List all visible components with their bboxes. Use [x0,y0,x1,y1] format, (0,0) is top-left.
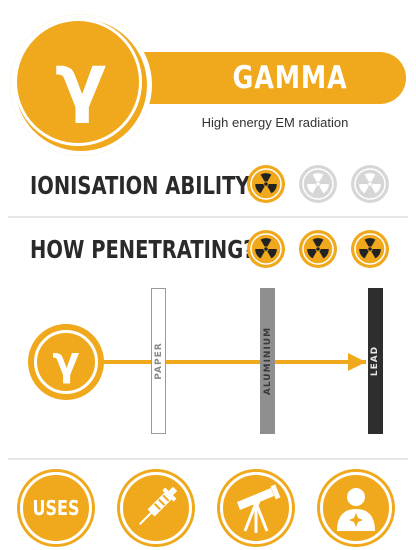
divider [8,458,408,460]
page-subtitle: High energy EM radiation [201,115,349,130]
aluminium-label: ALUMINIUM [263,326,273,396]
divider [8,216,408,218]
paper-label: PAPER [154,342,164,380]
lead-label: LEAD [370,345,380,377]
source-gamma-icon: γ [52,339,80,385]
penetration-active-radiation-icon [350,229,390,269]
penetration-label: HOW PENETRATING? [30,235,255,264]
person-hazard-icon [337,488,375,531]
penetration-diagram: γ PAPER ALUMINIUM LEAD [0,280,416,450]
person-hazard-button[interactable] [320,472,392,544]
penetration-rating [246,229,396,271]
ionisation-rating [246,164,396,206]
penetration-active-radiation-icon [246,229,286,269]
uses-label: USES [32,496,80,520]
medical-syringe-button[interactable] [120,472,192,544]
gamma-ray-line [92,360,366,364]
telescope-icon [237,484,281,533]
ionisation-active-radiation-icon [246,164,286,204]
uses-button[interactable]: USES [20,472,92,544]
ionisation-label: IONISATION ABILITY: [30,171,256,200]
syringe-icon [139,486,178,525]
ionisation-inactive-radiation-icon [298,164,338,204]
page-title: GAMMA [232,60,348,96]
ionisation-inactive-radiation-icon [350,164,390,204]
gamma-symbol-icon: γ [55,36,107,125]
ray-arrowhead-icon [348,353,366,371]
penetration-active-radiation-icon [298,229,338,269]
telescope-button[interactable] [220,472,292,544]
